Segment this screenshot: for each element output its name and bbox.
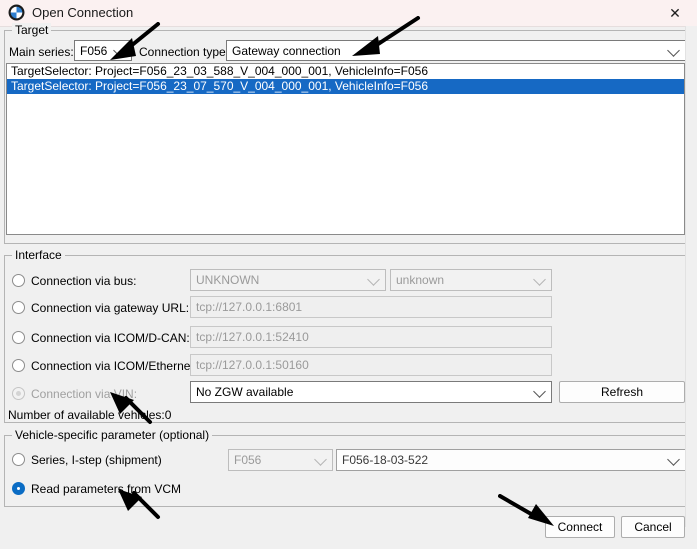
connection-via-vin-label: Connection via VIN: [31, 387, 138, 401]
bus-protocol-value: unknown [396, 273, 445, 287]
connection-type-value: Gateway connection [232, 43, 341, 58]
series-value: F056 [234, 453, 262, 467]
icom-ethernet-value: tcp://127.0.0.1:50160 [196, 358, 309, 372]
cancel-label: Cancel [634, 520, 672, 534]
radio-connection-via-gateway-url[interactable] [12, 301, 25, 314]
interface-group-legend: Interface [12, 248, 65, 262]
chevron-down-icon [113, 43, 126, 57]
vehicle-count-text: Number of available vehicles:0 [8, 408, 172, 422]
chevron-down-icon [314, 453, 327, 466]
title-bar: Open Connection ✕ [0, 0, 697, 27]
radio-connection-via-bus[interactable] [12, 274, 25, 287]
bmw-roundel-icon [8, 4, 25, 21]
bus-protocol-combo[interactable]: unknown [390, 269, 552, 291]
connect-label: Connect [557, 520, 603, 534]
radio-read-parameters-from-vcm[interactable] [12, 482, 25, 495]
cancel-button[interactable]: Cancel [621, 516, 685, 538]
list-item[interactable]: TargetSelector: Project=F056_23_03_588_V… [7, 64, 684, 79]
radio-series-istep[interactable] [12, 453, 25, 466]
connection-via-icom-dcan-label: Connection via ICOM/D-CAN: [31, 331, 190, 345]
radio-connection-via-icom-ethernet[interactable] [12, 359, 25, 372]
connection-type-label: Connection type: [139, 45, 230, 59]
vin-value: No ZGW available [196, 385, 294, 399]
istep-value: F056-18-03-522 [342, 453, 429, 467]
window-scrollbar-thumb[interactable] [687, 96, 696, 216]
connection-via-bus-label: Connection via bus: [31, 274, 137, 288]
window-scrollbar[interactable] [685, 26, 697, 527]
chevron-down-icon [533, 273, 546, 286]
bus-value: UNKNOWN [196, 273, 260, 287]
target-list[interactable]: TargetSelector: Project=F056_23_03_588_V… [6, 63, 685, 235]
refresh-button[interactable]: Refresh [559, 381, 685, 403]
icom-dcan-input[interactable]: tcp://127.0.0.1:52410 [190, 326, 552, 348]
connection-type-combo[interactable]: Gateway connection [226, 40, 686, 61]
istep-combo[interactable]: F056-18-03-522 [336, 449, 686, 471]
series-combo[interactable]: F056 [228, 449, 333, 471]
bus-combo[interactable]: UNKNOWN [190, 269, 386, 291]
gateway-url-value: tcp://127.0.0.1:6801 [196, 300, 303, 314]
list-item[interactable]: TargetSelector: Project=F056_23_07_570_V… [7, 79, 684, 94]
close-icon[interactable]: ✕ [653, 0, 697, 26]
chevron-down-icon [367, 273, 380, 286]
connection-via-icom-ethernet-label: Connection via ICOM/Ethernet: [31, 359, 198, 373]
main-series-combo[interactable]: F056 [74, 40, 132, 61]
refresh-label: Refresh [600, 385, 644, 399]
icom-ethernet-input[interactable]: tcp://127.0.0.1:50160 [190, 354, 552, 376]
vehicle-parameter-group-legend: Vehicle-specific parameter (optional) [12, 428, 213, 442]
chevron-down-icon [533, 385, 546, 398]
main-series-value: F056 [80, 43, 108, 58]
window-title: Open Connection [32, 5, 134, 20]
radio-connection-via-icom-dcan[interactable] [12, 331, 25, 344]
target-group-legend: Target [12, 23, 52, 37]
connection-via-gateway-url-label: Connection via gateway URL: [31, 301, 190, 315]
main-series-label: Main series: [9, 45, 74, 59]
chevron-down-icon [667, 453, 680, 466]
series-istep-label: Series, I-step (shipment) [31, 453, 162, 467]
icom-dcan-value: tcp://127.0.0.1:52410 [196, 330, 309, 344]
open-connection-dialog: Open Connection ✕ Target Main series: F0… [0, 0, 697, 549]
chevron-down-icon [667, 43, 680, 57]
radio-connection-via-vin [12, 387, 25, 400]
read-parameters-from-vcm-label: Read parameters from VCM [31, 482, 182, 496]
connect-button[interactable]: Connect [545, 516, 615, 538]
gateway-url-input[interactable]: tcp://127.0.0.1:6801 [190, 296, 552, 318]
vin-combo[interactable]: No ZGW available [190, 381, 552, 403]
